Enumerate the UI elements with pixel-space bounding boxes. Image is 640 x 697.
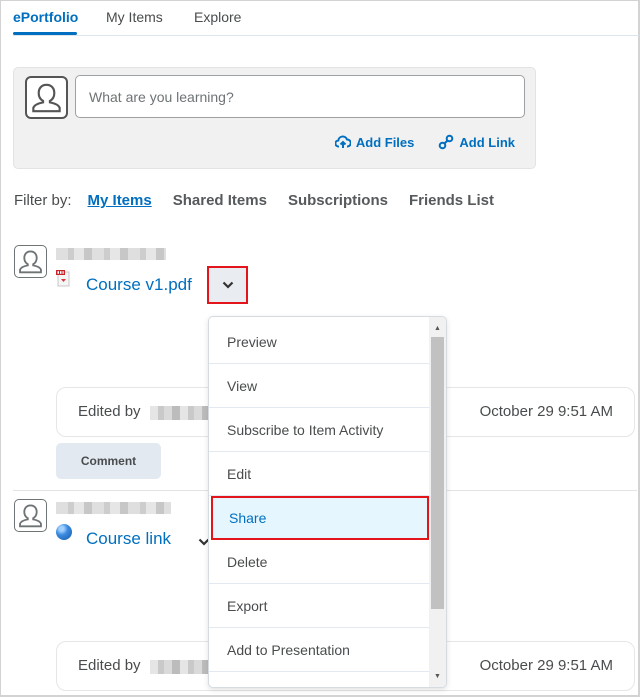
- menu-item-view[interactable]: View: [209, 364, 431, 408]
- filter-subscriptions[interactable]: Subscriptions: [288, 192, 388, 209]
- tab-eportfolio[interactable]: ePortfolio: [13, 9, 78, 25]
- menu-item-share[interactable]: Share: [211, 496, 429, 540]
- menu-item-delete[interactable]: Delete: [209, 540, 431, 584]
- add-files-label: Add Files: [355, 134, 415, 150]
- item-actions-menu: Preview View Subscribe to Item Activity …: [208, 316, 447, 688]
- tab-bar: ePortfolio My Items Explore: [13, 1, 639, 36]
- menu-item-export[interactable]: Export: [209, 584, 431, 628]
- scroll-down-arrow-icon[interactable]: ▼: [429, 669, 446, 683]
- filter-friends-list[interactable]: Friends List: [409, 192, 494, 209]
- tab-my-items[interactable]: My Items: [106, 9, 163, 25]
- author-name-blurred: [56, 502, 171, 514]
- filter-my-items[interactable]: My Items: [88, 192, 152, 209]
- menu-item-add-to-presentation[interactable]: Add to Presentation: [209, 628, 431, 672]
- composer-actions: Add Files Add Link: [334, 134, 515, 150]
- filter-label: Filter by:: [14, 192, 72, 209]
- post-composer: Add Files Add Link: [13, 67, 536, 169]
- learning-input[interactable]: [75, 75, 525, 118]
- item-title-link[interactable]: Course v1.pdf: [86, 275, 192, 295]
- scroll-up-arrow-icon[interactable]: ▲: [429, 321, 446, 335]
- tab-explore[interactable]: Explore: [194, 9, 241, 25]
- item-date: October 29 9:51 AM: [479, 657, 613, 674]
- link-icon: [439, 134, 454, 150]
- filter-bar: Filter by: My Items Shared Items Subscri…: [14, 192, 515, 209]
- comment-button[interactable]: Comment: [56, 443, 161, 479]
- editor-name-blurred: [150, 660, 210, 674]
- filter-shared-items[interactable]: Shared Items: [173, 192, 267, 209]
- menu-list: Preview View Subscribe to Item Activity …: [209, 320, 431, 672]
- add-link-button[interactable]: Add Link: [438, 134, 515, 150]
- user-avatar-icon: [25, 76, 68, 119]
- chevron-down-icon: [222, 281, 233, 289]
- author-name-blurred: [56, 248, 166, 260]
- item-date: October 29 9:51 AM: [479, 403, 613, 420]
- author-avatar-icon: [14, 245, 47, 278]
- edited-by-label: Edited by: [78, 657, 141, 674]
- add-link-label: Add Link: [459, 134, 515, 150]
- edited-by-label: Edited by: [78, 403, 141, 420]
- menu-item-subscribe[interactable]: Subscribe to Item Activity: [209, 408, 431, 452]
- pdf-file-icon: [56, 270, 70, 287]
- item-title-link[interactable]: Course link: [86, 529, 171, 549]
- menu-item-preview[interactable]: Preview: [209, 320, 431, 364]
- menu-scrollbar[interactable]: ▲ ▼: [429, 317, 446, 687]
- add-files-button[interactable]: Add Files: [334, 134, 415, 150]
- editor-name-blurred: [150, 406, 210, 420]
- globe-link-icon: [56, 524, 72, 540]
- eportfolio-page: ePortfolio My Items Explore Add Files Ad…: [0, 0, 640, 697]
- menu-item-edit[interactable]: Edit: [209, 452, 431, 496]
- author-avatar-icon: [14, 499, 47, 532]
- scroll-thumb[interactable]: [431, 337, 444, 609]
- item-actions-dropdown-button[interactable]: [207, 266, 248, 304]
- active-tab-indicator: [13, 32, 77, 35]
- cloud-upload-icon: [334, 135, 351, 148]
